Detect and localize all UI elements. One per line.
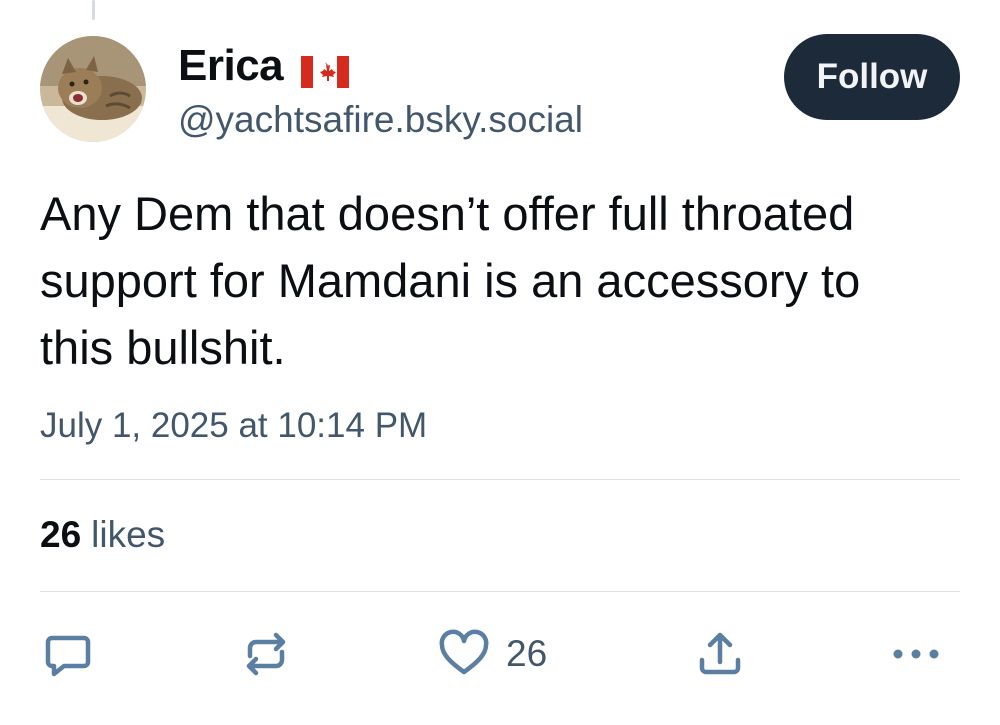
author-handle[interactable]: @yachtsafire.bsky.social [178, 98, 583, 142]
repost-button[interactable] [238, 626, 294, 682]
post-timestamp[interactable]: July 1, 2025 at 10:14 PM [40, 404, 427, 448]
reply-icon [40, 626, 96, 682]
post-card: Erica @yachtsafire.bsky.social Follow An… [0, 0, 1000, 725]
like-count: 26 [506, 633, 548, 674]
divider [40, 479, 960, 480]
display-name[interactable]: Erica [178, 42, 284, 90]
reply-button[interactable] [40, 626, 96, 682]
author-name-row[interactable]: Erica [178, 42, 350, 90]
likes-label: likes [91, 514, 166, 555]
likes-summary[interactable]: 26 likes [40, 512, 165, 558]
heart-icon [436, 626, 492, 682]
canada-flag-icon [301, 50, 350, 88]
repost-icon [238, 626, 294, 682]
share-icon [692, 626, 748, 682]
post-text: Any Dem that doesn’t offer full throated… [40, 187, 861, 374]
avatar[interactable] [40, 36, 146, 142]
more-options-button[interactable] [888, 626, 944, 682]
more-icon [888, 626, 944, 682]
follow-button[interactable]: Follow [784, 34, 960, 120]
likes-count: 26 [40, 514, 82, 555]
like-button[interactable]: 26 [436, 626, 547, 682]
share-button[interactable] [692, 626, 748, 682]
thread-line [92, 0, 95, 20]
divider [40, 591, 960, 592]
